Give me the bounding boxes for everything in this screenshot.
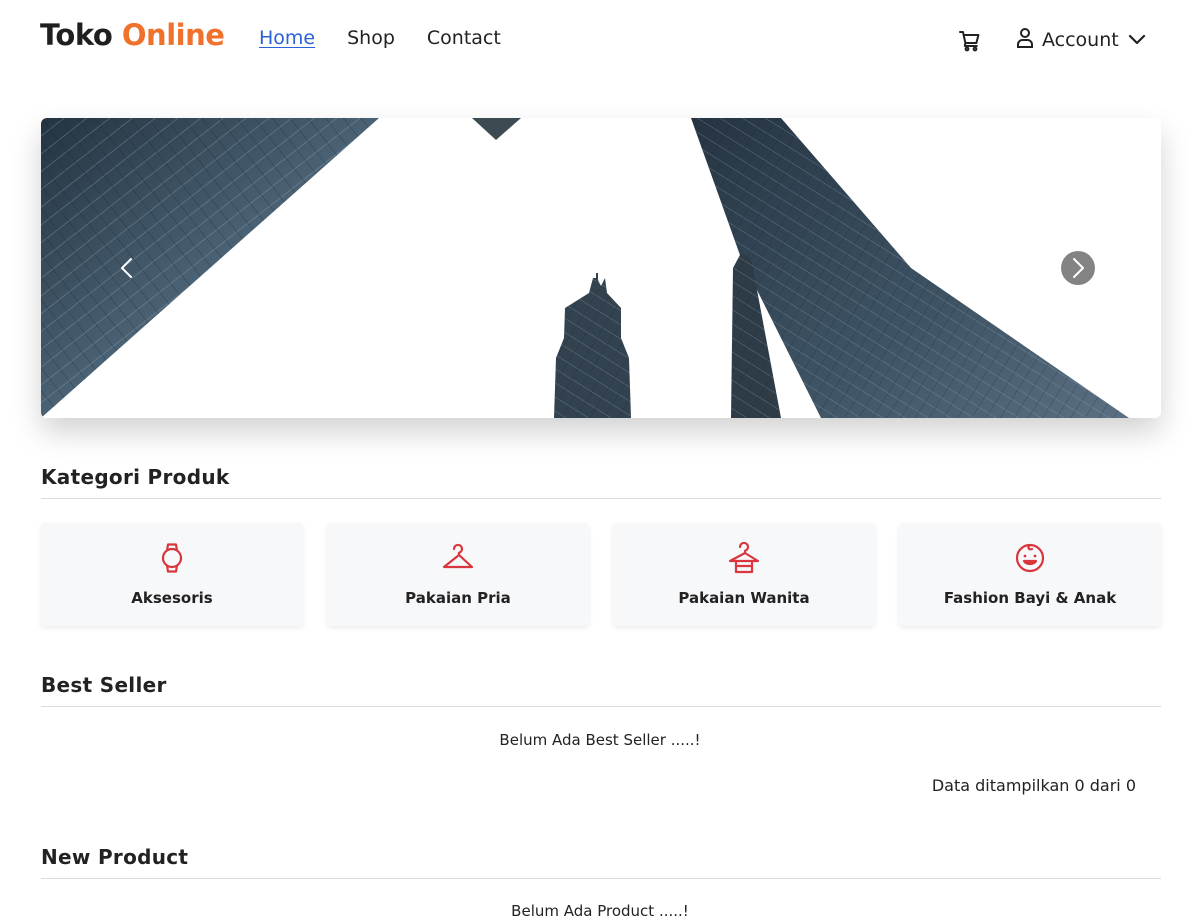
divider <box>41 878 1161 879</box>
chevron-right-icon[interactable] <box>1061 251 1095 285</box>
category-card-fashion-bayi-anak[interactable]: Fashion Bayi & Anak <box>899 523 1161 626</box>
baby-face-icon <box>1013 541 1047 575</box>
watch-icon <box>155 541 189 575</box>
brand-part2: Online <box>121 18 225 52</box>
best-seller-data-info: Data ditampilkan 0 dari 0 <box>931 776 1136 795</box>
categories-title: Kategori Produk <box>41 465 230 489</box>
dress-hanger-icon <box>727 541 761 575</box>
nav-link-contact[interactable]: Contact <box>427 27 501 49</box>
new-product-empty-message: Belum Ada Product .....! <box>511 902 689 920</box>
hero-image <box>41 118 1161 418</box>
category-label: Fashion Bayi & Anak <box>943 589 1117 607</box>
account-label: Account <box>1042 29 1119 51</box>
best-seller-empty-message: Belum Ada Best Seller .....! <box>499 731 701 749</box>
best-seller-title: Best Seller <box>41 673 167 697</box>
page: Toko Online Home Shop Contact Account Ka… <box>0 0 1194 920</box>
user-icon <box>1016 27 1034 53</box>
hanger-icon <box>441 541 475 575</box>
brand-part1: Toko <box>40 18 113 52</box>
category-card-aksesoris[interactable]: Aksesoris <box>41 523 303 626</box>
chevron-left-icon[interactable] <box>110 251 144 285</box>
nav-link-home[interactable]: Home <box>259 27 315 49</box>
account-menu[interactable]: Account <box>1016 27 1147 53</box>
nav-link-shop[interactable]: Shop <box>347 27 395 49</box>
chevron-down-icon <box>1127 31 1147 50</box>
category-label: Pakaian Pria <box>405 589 511 607</box>
category-label: Aksesoris <box>131 589 213 607</box>
new-product-title: New Product <box>41 845 189 869</box>
brand-logo[interactable]: Toko Online <box>40 18 225 52</box>
cart-icon[interactable] <box>958 29 982 53</box>
category-label: Pakaian Wanita <box>678 589 810 607</box>
category-card-pakaian-pria[interactable]: Pakaian Pria <box>327 523 589 626</box>
divider <box>41 706 1161 707</box>
hero-carousel <box>41 118 1161 418</box>
divider <box>41 498 1161 499</box>
nav-links: Home Shop Contact <box>259 27 533 49</box>
navbar: Toko Online Home Shop Contact Account <box>0 0 1194 80</box>
category-card-pakaian-wanita[interactable]: Pakaian Wanita <box>613 523 875 626</box>
